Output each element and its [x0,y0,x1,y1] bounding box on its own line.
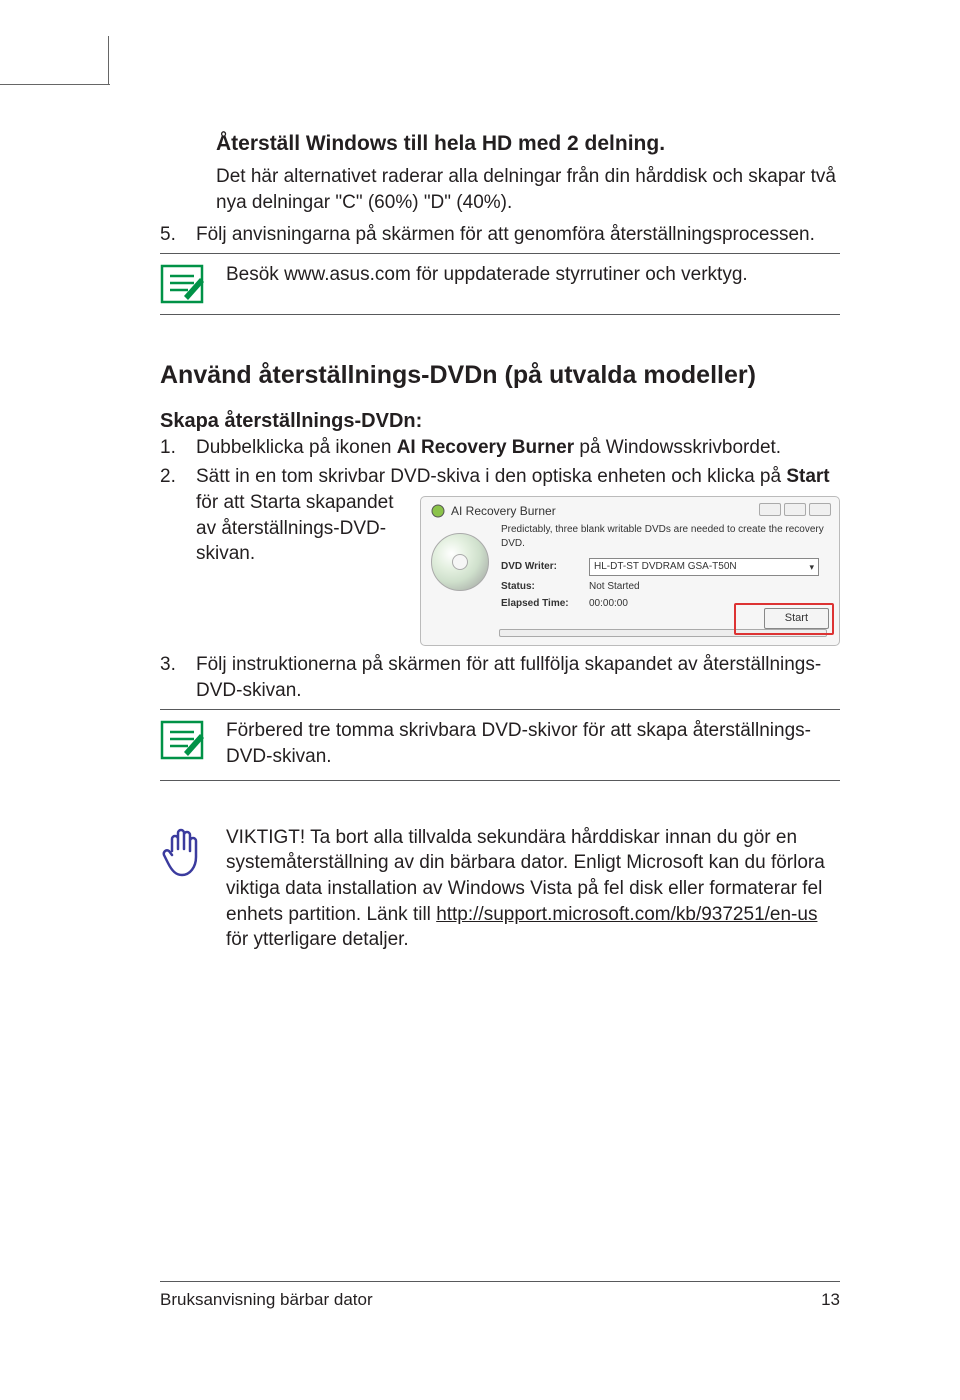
section1-heading: Återställ Windows till hela HD med 2 del… [216,130,840,158]
step-text: Dubbelklicka på ikonen AI Recovery Burne… [196,435,781,461]
step-text: Följ instruktionerna på skärmen för att … [196,652,840,703]
crop-marks [0,76,120,96]
note-callout-1: Besök www.asus.com för uppdaterade styrr… [160,253,840,315]
note-text: Besök www.asus.com för uppdaterade styrr… [226,262,840,288]
close-icon[interactable] [809,503,831,516]
window-title: AI Recovery Burner [451,503,556,519]
step-5: 5. Följ anvisningarna på skärmen för att… [160,222,840,248]
screenshot-ai-recovery-burner: AI Recovery Burner Predictably, three bl… [420,496,840,646]
note-icon [160,264,204,304]
step-1: 1. Dubbelklicka på ikonen AI Recovery Bu… [160,435,840,461]
section2-heading: Använd återställnings-DVDn (på utvalda m… [160,359,840,392]
section2-subheading: Skapa återställnings-DVDn: [160,410,840,433]
status-label: Status: [501,580,589,594]
writer-value: HL-DT-ST DVDRAM GSA-T50N [594,560,737,574]
note-text: Förbered tre tomma skrivbara DVD-skivor … [226,718,840,769]
elapsed-label: Elapsed Time: [501,597,589,611]
chevron-down-icon: ▾ [809,561,814,573]
step-number: 5. [160,222,178,248]
note-callout-2: Förbered tre tomma skrivbara DVD-skivor … [160,709,840,780]
step-number: 3. [160,652,178,703]
start-button[interactable]: Start [764,608,829,629]
note-icon [160,720,204,760]
step-text: Sätt in en tom skrivbar DVD-skiva i den … [196,464,840,646]
step-text: Följ anvisningarna på skärmen för att ge… [196,222,815,248]
footer-title: Bruksanvisning bärbar dator [160,1290,373,1310]
writer-dropdown[interactable]: HL-DT-ST DVDRAM GSA-T50N ▾ [589,558,819,576]
important-callout: VIKTIGT! Ta bort alla tillvalda sekundär… [160,817,840,963]
writer-label: DVD Writer: [501,560,589,574]
page-number: 13 [821,1290,840,1310]
maximize-icon[interactable] [784,503,806,516]
step-number: 2. [160,464,178,490]
window-buttons [759,503,831,516]
step-number: 1. [160,435,178,461]
support-link[interactable]: http://support.microsoft.com/kb/937251/e… [436,904,817,925]
hand-stop-icon [160,827,204,879]
elapsed-value: 00:00:00 [589,597,628,611]
screenshot-description: Predictably, three blank writable DVDs a… [431,523,829,550]
step-2: 2. Sätt in en tom skrivbar DVD-skiva i d… [160,464,840,646]
dvd-disc-icon [431,533,489,591]
step-3: 3. Följ instruktionerna på skärmen för a… [160,652,840,703]
section1-paragraph: Det här alternativet raderar alla delnin… [216,164,840,215]
page-footer: Bruksanvisning bärbar dator 13 [160,1281,840,1310]
app-icon [431,504,445,518]
page-content: Återställ Windows till hela HD med 2 del… [160,130,840,963]
important-text: VIKTIGT! Ta bort alla tillvalda sekundär… [226,825,840,953]
minimize-icon[interactable] [759,503,781,516]
status-value: Not Started [589,580,640,594]
progress-bar [499,629,827,637]
